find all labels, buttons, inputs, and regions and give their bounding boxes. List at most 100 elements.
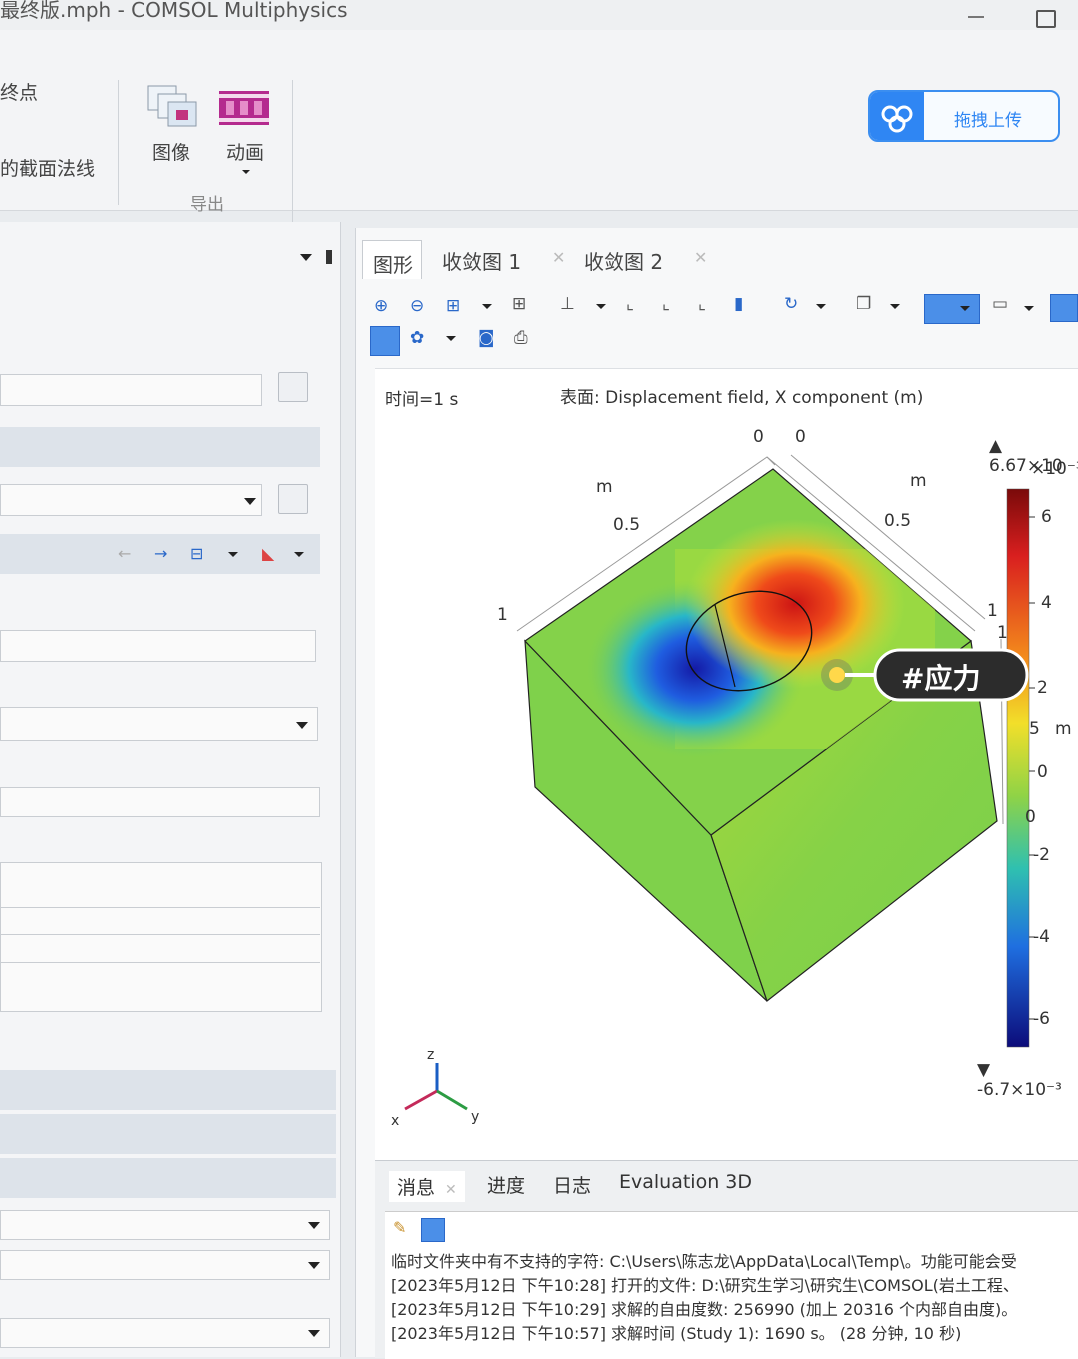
select-field[interactable]	[0, 707, 318, 741]
tab-graphics[interactable]: 图形	[362, 240, 422, 279]
view-xy-icon[interactable]: ⌞	[626, 294, 634, 314]
animation-export-icon[interactable]	[218, 90, 270, 126]
view-xz-icon[interactable]: ⌞	[698, 294, 706, 314]
chevron-down-icon[interactable]	[1024, 306, 1034, 311]
axis-tick: 0.5	[613, 515, 641, 535]
axis-tick: 0.5	[884, 511, 912, 531]
minimize-icon[interactable]	[968, 16, 984, 18]
copy-icon[interactable]: ❐	[856, 294, 871, 314]
ribbon-text-section-normal[interactable]: 的截面法线	[0, 154, 95, 181]
camera-view-icon[interactable]: ▮	[734, 294, 743, 314]
input-field[interactable]	[0, 787, 320, 817]
select-icon[interactable]	[370, 326, 400, 356]
colorbar-tick: 4	[1041, 593, 1052, 613]
chevron-down-icon[interactable]	[300, 254, 312, 261]
message-icon[interactable]	[421, 1218, 445, 1242]
arrow-right-icon[interactable]: →	[154, 544, 167, 563]
dataset-select[interactable]	[0, 484, 262, 516]
zoom-out-icon[interactable]: ⊖	[410, 296, 424, 316]
zoom-extents-icon[interactable]: ⊞	[512, 294, 526, 314]
split-icon[interactable]: ⊟	[190, 544, 203, 563]
tab-evaluation-3d[interactable]: Evaluation 3D	[619, 1171, 752, 1193]
section-header[interactable]	[0, 1114, 336, 1154]
axis-tick: 5	[1029, 719, 1040, 739]
axis-tick: 1	[497, 605, 508, 625]
message-line: [2023年5月12日 下午10:57] 求解时间 (Study 1): 169…	[391, 1324, 962, 1343]
chevron-down-icon[interactable]	[228, 552, 238, 557]
chevron-down-icon[interactable]	[482, 304, 492, 309]
colorbar-exponent: ×10⁻³	[1031, 459, 1078, 479]
chevron-down-icon[interactable]	[296, 722, 308, 729]
pin-icon[interactable]	[326, 250, 332, 264]
scene-light-icon[interactable]	[924, 294, 980, 324]
tab-log[interactable]: 日志	[553, 1171, 591, 1198]
select-field[interactable]	[0, 1210, 330, 1240]
arrow-left-icon[interactable]: ←	[118, 544, 131, 563]
rotate-icon[interactable]: ↻	[784, 294, 798, 314]
chevron-down-icon[interactable]	[242, 170, 250, 174]
plot-icon[interactable]: ◣	[262, 544, 274, 563]
colorbar	[1006, 488, 1030, 1048]
comment-icon[interactable]	[278, 372, 308, 402]
colorbar-tick: 2	[1037, 678, 1048, 698]
chevron-down-icon[interactable]	[294, 552, 304, 557]
colorbar-tick: -4	[1033, 927, 1050, 947]
chevron-down-icon[interactable]	[446, 336, 456, 341]
close-icon: ✕	[552, 248, 566, 267]
print-icon[interactable]: ⎙	[514, 328, 528, 348]
messages-panel: 消息 ✕ 进度 日志 Evaluation 3D ✎ 临时文件夹中有不支持的字符:…	[375, 1160, 1078, 1359]
chevron-down-icon[interactable]	[960, 306, 970, 311]
ribbon-text-endpoint[interactable]: 终点	[0, 78, 38, 105]
view-axis-icon[interactable]: ⊥	[560, 294, 575, 314]
label-field[interactable]	[0, 374, 262, 406]
title-bar: 最终版.mph - COMSOL Multiphysics	[0, 0, 1078, 30]
image-export-label[interactable]: 图像	[152, 138, 190, 165]
chevron-down-icon[interactable]	[308, 1330, 320, 1337]
axis-tick: 0	[795, 427, 806, 447]
divider	[0, 962, 320, 963]
transparency-icon[interactable]: ▭	[992, 294, 1008, 314]
chevron-down-icon[interactable]	[596, 304, 606, 309]
zoom-box-icon[interactable]: ⊞	[446, 296, 460, 316]
colorbar-tick: -6	[1033, 1009, 1050, 1029]
drag-upload-button[interactable]: 拖拽上传	[868, 90, 1060, 142]
animation-export-label[interactable]: 动画	[226, 138, 264, 165]
view-yz-icon[interactable]: ⌞	[662, 294, 670, 314]
clear-icon[interactable]: ✎	[393, 1218, 406, 1237]
tab-convergence-2[interactable]: 收敛图 2 ✕	[584, 240, 708, 278]
chevron-down-icon[interactable]	[308, 1222, 320, 1229]
tab-progress[interactable]: 进度	[487, 1171, 525, 1198]
tab-messages[interactable]: 消息 ✕	[389, 1171, 465, 1202]
grid-icon[interactable]	[1050, 294, 1078, 322]
image-export-icon[interactable]	[146, 84, 200, 128]
triad-z: z	[427, 1047, 435, 1063]
chevron-down-icon[interactable]	[308, 1262, 320, 1269]
section-header[interactable]	[0, 1158, 336, 1198]
go-to-source-icon[interactable]	[278, 484, 308, 514]
message-line: 临时文件夹中有不支持的字符: C:\Users\陈志龙\AppData\Loca…	[391, 1252, 1017, 1271]
zoom-in-icon[interactable]: ⊕	[374, 296, 388, 316]
chevron-down-icon[interactable]	[244, 498, 256, 505]
tab-convergence-1[interactable]: 收敛图 1 ✕	[442, 240, 566, 278]
section-header[interactable]	[0, 1070, 336, 1110]
list-box[interactable]	[0, 862, 322, 1012]
restore-icon[interactable]	[1036, 10, 1056, 28]
close-icon: ✕	[694, 248, 708, 267]
chevron-down-icon[interactable]	[890, 304, 900, 309]
divider	[0, 934, 320, 935]
render-icon[interactable]: ✿	[410, 328, 424, 348]
section-header[interactable]	[0, 427, 320, 467]
select-field[interactable]	[0, 1250, 330, 1280]
input-field[interactable]	[0, 630, 316, 662]
colorbar-tick: 6	[1041, 507, 1052, 527]
chevron-down-icon[interactable]	[816, 304, 826, 309]
triad-y: y	[471, 1109, 480, 1125]
select-field[interactable]	[0, 1318, 330, 1348]
cube-plot[interactable]	[375, 369, 1078, 1161]
message-log[interactable]: ✎ 临时文件夹中有不支持的字符: C:\Users\陈志龙\AppData\Lo…	[385, 1211, 1078, 1359]
axis-triad	[404, 1063, 468, 1111]
camera-icon[interactable]: ◙	[478, 328, 495, 348]
axis-tick: 1	[997, 623, 1008, 643]
window-title: 最终版.mph - COMSOL Multiphysics	[0, 0, 348, 22]
plot-area[interactable]: 时间=1 s 表面: Displacement field, X compone…	[375, 368, 1078, 1161]
